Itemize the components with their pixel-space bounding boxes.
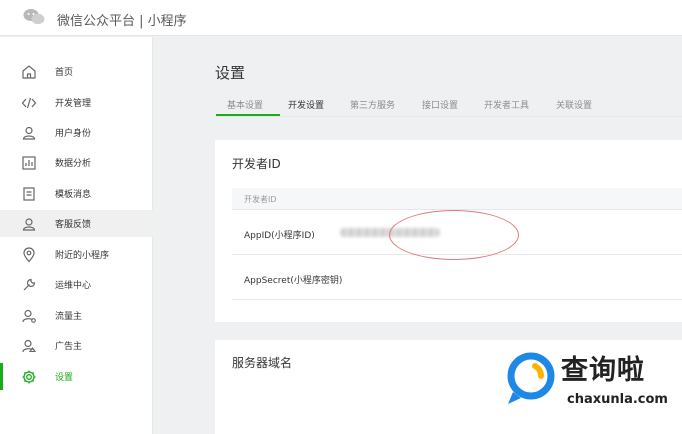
card-title: 服务器域名 xyxy=(232,356,293,370)
tab-third-party-service[interactable]: 第三方服务 xyxy=(350,98,395,111)
sidebar-item-home[interactable]: 首页 xyxy=(0,58,153,85)
sidebar-item-nearby-miniprogram[interactable]: 附近的小程序 xyxy=(0,241,153,268)
watermark-url: chaxunla.com xyxy=(567,392,668,407)
watermark-logo-icon xyxy=(507,352,555,404)
sidebar-item-label: 用户身份 xyxy=(55,129,92,139)
sidebar-item-label: 流量主 xyxy=(55,312,83,322)
tab-basic-settings[interactable]: 基本设置 xyxy=(227,98,263,111)
sidebar-item-label: 运维中心 xyxy=(55,281,92,291)
sidebar-item-label: 附近的小程序 xyxy=(55,251,110,261)
location-icon xyxy=(23,247,35,263)
sidebar: 首页 开发管理 用户身份 数据分析 模板消息 客服反馈 附近的小程序 运维中心 … xyxy=(0,37,153,434)
page-title: 设置 xyxy=(215,64,246,82)
template-icon xyxy=(23,187,35,201)
active-tab-indicator xyxy=(216,114,280,116)
wechat-logo-icon xyxy=(23,9,45,25)
support-icon xyxy=(22,218,36,231)
top-bar: 微信公众平台 | 小程序 xyxy=(0,0,682,36)
app-brand-title: 微信公众平台 | 小程序 xyxy=(57,14,187,29)
advertiser-icon xyxy=(22,339,37,353)
sidebar-item-user-identity[interactable]: 用户身份 xyxy=(0,119,153,146)
sidebar-item-customer-feedback[interactable]: 客服反馈 xyxy=(0,210,153,237)
chart-icon xyxy=(22,156,36,170)
card-title: 开发者ID xyxy=(232,157,281,171)
table-header: 开发者ID xyxy=(232,188,682,210)
highlight-annotation xyxy=(389,210,519,260)
watermark-text: 查询啦 xyxy=(561,355,645,386)
tab-dev-tools[interactable]: 开发者工具 xyxy=(484,98,529,111)
sidebar-item-dev-manage[interactable]: 开发管理 xyxy=(0,89,153,116)
sidebar-item-label: 广告主 xyxy=(55,342,83,352)
tab-dev-settings[interactable]: 开发设置 xyxy=(288,98,324,111)
sidebar-item-traffic-owner[interactable]: 流量主 xyxy=(0,302,153,329)
traffic-user-icon xyxy=(22,309,36,323)
sidebar-item-label: 数据分析 xyxy=(55,159,92,169)
user-icon xyxy=(22,126,36,140)
code-icon xyxy=(21,97,37,109)
tab-api-settings[interactable]: 接口设置 xyxy=(422,98,458,111)
table-header-label: 开发者ID xyxy=(244,195,277,204)
home-icon xyxy=(22,65,36,79)
appsecret-label: AppSecret(小程序密钥) xyxy=(244,276,343,286)
sidebar-item-advertiser[interactable]: 广告主 xyxy=(0,332,153,359)
sidebar-item-settings[interactable]: 设置 xyxy=(0,363,153,390)
tabs-divider xyxy=(215,116,682,117)
sidebar-item-label: 设置 xyxy=(55,373,74,383)
appsecret-row: AppSecret(小程序密钥) xyxy=(232,255,682,300)
wrench-icon xyxy=(23,278,36,291)
tab-link-settings[interactable]: 关联设置 xyxy=(556,98,592,111)
gear-icon xyxy=(22,370,36,384)
watermark: 查询啦 chaxunla.com xyxy=(505,344,682,414)
sidebar-item-label: 客服反馈 xyxy=(55,220,92,230)
sidebar-item-template-message[interactable]: 模板消息 xyxy=(0,180,153,207)
sidebar-item-label: 模板消息 xyxy=(55,190,92,200)
sidebar-item-ops-center[interactable]: 运维中心 xyxy=(0,271,153,298)
sidebar-item-label: 首页 xyxy=(55,68,74,78)
appid-label: AppID(小程序ID) xyxy=(244,231,315,241)
settings-tabs: 基本设置 开发设置 第三方服务 接口设置 开发者工具 关联设置 xyxy=(215,95,682,117)
sidebar-item-data-analysis[interactable]: 数据分析 xyxy=(0,149,153,176)
developer-id-card: 开发者ID 开发者ID AppID(小程序ID) AppSecret(小程序密钥… xyxy=(215,140,682,322)
sidebar-item-label: 开发管理 xyxy=(55,99,92,109)
